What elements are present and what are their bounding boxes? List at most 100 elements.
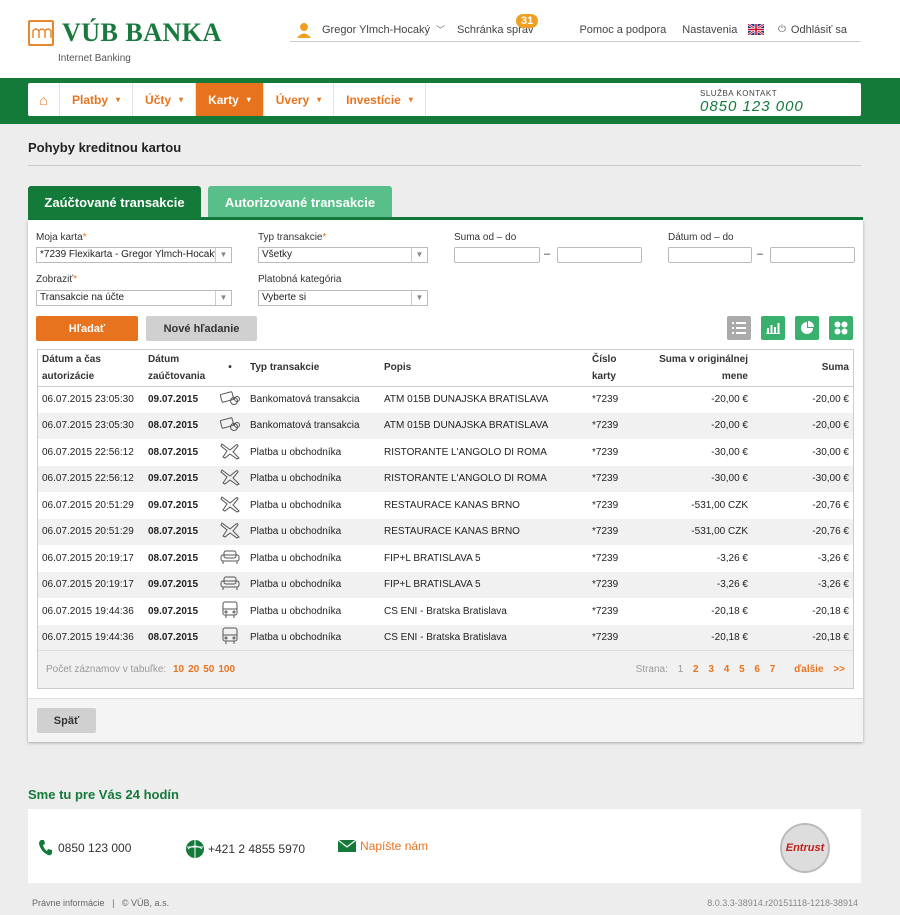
nav-item-platby[interactable]: Platby ▾ xyxy=(60,83,134,116)
col-type[interactable]: Typ transakcie xyxy=(246,350,380,387)
copyright: © VÚB, a.s. xyxy=(121,898,170,908)
col-card-number[interactable]: Číslo karty xyxy=(588,350,640,387)
cell-card-number: *7239 xyxy=(592,605,619,617)
phone-contact[interactable]: 0850 123 000 xyxy=(38,839,131,857)
cell-auth-date: 06.07.2015 20:51:29 xyxy=(38,518,144,545)
table-row[interactable]: 06.07.2015 20:19:17 08.07.2015 Platba u ob… xyxy=(38,545,853,572)
back-button[interactable]: Späť xyxy=(37,708,96,733)
col-original-amount[interactable]: Suma v originálnej mene xyxy=(640,350,752,387)
divider xyxy=(28,165,861,166)
search-button[interactable]: Hľadať xyxy=(36,316,138,341)
date-from-input[interactable] xyxy=(668,247,752,263)
top-bar: VÚB BANKA Internet Banking Gregor Ylmch-… xyxy=(0,0,900,78)
table-footer: Počet záznamov v tabuľke: 10 20 50 100 Stra… xyxy=(38,650,853,688)
page-7[interactable]: 7 xyxy=(770,664,776,675)
date-to-input[interactable] xyxy=(770,247,855,263)
bus-icon xyxy=(214,624,246,651)
phone-icon xyxy=(39,840,52,856)
cell-type: Bankomatová transakcia xyxy=(246,412,380,439)
show-select[interactable]: Transakcie na účte ▼ xyxy=(36,290,232,306)
category-select[interactable]: Vyberte si ▼ xyxy=(258,290,428,306)
page-2[interactable]: 2 xyxy=(693,664,699,675)
nav-item-ucty[interactable]: Účty ▾ xyxy=(133,83,197,116)
table-row[interactable]: 06.07.2015 20:19:17 09.07.2015 Platba u ob… xyxy=(38,571,853,598)
table-row[interactable]: 06.07.2015 22:56:12 09.07.2015 Platba u ob… xyxy=(38,465,853,492)
nav-item-uvery[interactable]: Úvery ▾ xyxy=(264,83,335,116)
page-size-20[interactable]: 20 xyxy=(188,664,199,675)
table-row[interactable]: 06.07.2015 22:56:12 08.07.2015 Platba u ob… xyxy=(38,439,853,466)
page-5[interactable]: 5 xyxy=(739,664,745,675)
amount-from-input[interactable] xyxy=(454,247,540,263)
chevron-down-icon: ▾ xyxy=(246,95,251,104)
power-icon: ⏻ xyxy=(778,24,786,35)
cell-type: Platba u obchodníka xyxy=(246,571,380,598)
category-filter-label: Platobná kategória xyxy=(258,274,342,285)
nav-item-investicie[interactable]: Investície ▾ xyxy=(334,83,426,116)
table-row[interactable]: 06.07.2015 20:51:29 09.07.2015 Platba u ob… xyxy=(38,492,853,519)
logout-button[interactable]: ⏻ Odhlásiť sa xyxy=(778,24,847,36)
next-arrows-icon[interactable]: >> xyxy=(833,664,845,675)
page-size-50[interactable]: 50 xyxy=(203,664,214,675)
amount-to-input[interactable] xyxy=(557,247,642,263)
tiles-view-icon[interactable] xyxy=(829,316,853,340)
page-size-100[interactable]: 100 xyxy=(218,664,235,675)
transactions-table: Dátum a čas autorizácie Dátum zaúčtovani… xyxy=(37,349,854,689)
cell-type: Platba u obchodníka xyxy=(250,552,342,564)
tab-posted-transactions[interactable]: Zaúčtované transakcie xyxy=(28,186,201,218)
cell-original-amount: -3,26 € xyxy=(640,571,752,598)
cell-original-amount: -30,00 € xyxy=(640,465,752,492)
page-4[interactable]: 4 xyxy=(724,664,730,675)
cell-amount: -20,18 € xyxy=(752,624,853,651)
nav-label: Úvery xyxy=(275,92,310,107)
support-title: Sme tu pre Vás 24 hodín xyxy=(28,787,179,802)
table-row[interactable]: 06.07.2015 20:51:29 08.07.2015 Platba u ob… xyxy=(38,518,853,545)
page-size-10[interactable]: 10 xyxy=(173,664,184,675)
help-link[interactable]: Pomoc a podpora xyxy=(573,18,672,42)
col-amount[interactable]: Suma xyxy=(752,350,853,387)
cell-post-date: 08.07.2015 xyxy=(144,412,214,439)
legal-info-link[interactable]: Právne informácie xyxy=(32,898,105,908)
cell-auth-date: 06.07.2015 23:05:30 xyxy=(38,412,144,439)
cell-original-amount: -531,00 CZK xyxy=(691,499,748,511)
write-to-us-link[interactable]: Napíšte nám xyxy=(338,839,428,853)
table-header-row: Dátum a čas autorizácie Dátum zaúčtovani… xyxy=(38,350,853,387)
date-range-label: Dátum od – do xyxy=(668,232,734,243)
type-select[interactable]: Všetky ▼ xyxy=(258,247,428,263)
card-select[interactable]: *7239 Flexikarta - Gregor Ylmch-Hocaký ▼ xyxy=(36,247,232,263)
cell-original-amount: -20,18 € xyxy=(711,605,748,617)
page-size-selector: Počet záznamov v tabuľke: 10 20 50 100 xyxy=(46,664,235,675)
pie-chart-icon[interactable] xyxy=(795,316,819,340)
tab-authorized-transactions[interactable]: Autorizované transakcie xyxy=(208,186,392,218)
next-page-link[interactable]: ďalšie xyxy=(794,664,823,675)
table-row[interactable]: 06.07.2015 23:05:30 08.07.2015 Bankomatová… xyxy=(38,412,853,439)
cell-auth-date: 06.07.2015 20:51:29 xyxy=(42,499,134,511)
nav-label: Účty xyxy=(145,92,172,107)
table-row[interactable]: 06.07.2015 19:44:36 08.07.2015 Platba u ob… xyxy=(38,624,853,651)
plane-icon xyxy=(214,492,246,519)
logo-mark-icon xyxy=(28,20,54,46)
page-3[interactable]: 3 xyxy=(708,664,714,675)
bar-chart-icon[interactable] xyxy=(761,316,785,340)
help-label: Pomoc a podpora xyxy=(579,23,667,36)
intl-phone-contact[interactable]: +421 2 4855 5970 xyxy=(185,839,305,859)
table-row[interactable]: 06.07.2015 23:05:30 09.07.2015 Bankomatová… xyxy=(38,386,853,413)
user-profile-menu[interactable]: Gregor Ylmch-Hocaký ﹀ xyxy=(290,18,451,42)
cell-card-number: *7239 xyxy=(588,624,640,651)
table-row[interactable]: 06.07.2015 19:44:36 09.07.2015 Platba u ob… xyxy=(38,598,853,625)
col-post-date[interactable]: Dátum zaúčtovania xyxy=(144,350,214,387)
chevron-down-icon: ▾ xyxy=(179,95,184,104)
cell-type: Bankomatová transakcia xyxy=(250,394,360,405)
new-search-button[interactable]: Nové hľadanie xyxy=(146,316,257,341)
nav-item-karty[interactable]: Karty ▾ xyxy=(196,83,264,116)
cell-auth-date: 06.07.2015 20:19:17 xyxy=(42,552,134,564)
home-icon[interactable]: ⌂ xyxy=(28,83,60,116)
type-filter-label: Typ transakcie* xyxy=(258,232,327,243)
col-auth-date[interactable]: Dátum a čas autorizácie xyxy=(38,350,144,387)
col-description[interactable]: Popis xyxy=(380,350,588,387)
page-6[interactable]: 6 xyxy=(754,664,760,675)
list-view-icon[interactable] xyxy=(727,316,751,340)
vub-logo[interactable]: VÚB BANKA xyxy=(28,18,222,48)
cell-card-number: *7239 xyxy=(592,552,619,564)
uk-flag-icon[interactable] xyxy=(748,24,764,35)
cell-type: Platba u obchodníka xyxy=(250,446,342,458)
